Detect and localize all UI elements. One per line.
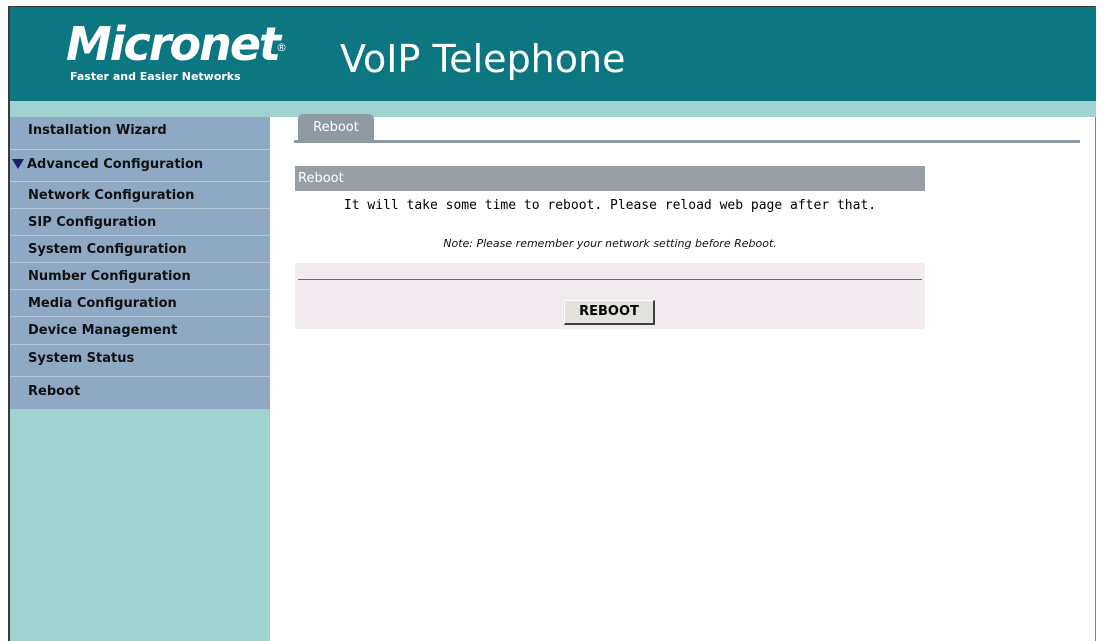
sidebar-nav: Installation Wizard Advanced Configurati… bbox=[10, 117, 270, 409]
sidebar-item-system-configuration[interactable]: System Configuration bbox=[10, 236, 270, 263]
sidebar-item-label: System Configuration bbox=[28, 242, 187, 257]
logo-registered-mark: ® bbox=[276, 41, 287, 54]
sidebar-item-sip-configuration[interactable]: SIP Configuration bbox=[10, 209, 270, 236]
sidebar-item-label: Device Management bbox=[28, 323, 178, 338]
sidebar-item-installation-wizard[interactable]: Installation Wizard bbox=[10, 117, 270, 150]
tab-reboot[interactable]: Reboot bbox=[298, 114, 374, 141]
tab-label: Reboot bbox=[313, 120, 359, 135]
panel-title: Reboot bbox=[295, 166, 925, 191]
micronet-logo: Micronet ® Faster and Easier Networks bbox=[66, 17, 287, 83]
header-band bbox=[10, 101, 1096, 117]
sidebar-item-label: Installation Wizard bbox=[28, 123, 167, 138]
sidebar-item-label: Advanced Configuration bbox=[27, 157, 204, 172]
sidebar: Installation Wizard Advanced Configurati… bbox=[10, 117, 270, 641]
reboot-panel: Reboot It will take some time to reboot.… bbox=[295, 166, 925, 329]
logo-text: Micronet bbox=[66, 17, 281, 71]
sidebar-item-network-configuration[interactable]: Network Configuration bbox=[10, 182, 270, 209]
sidebar-item-label: Reboot bbox=[28, 384, 81, 399]
tab-underline bbox=[294, 140, 1080, 143]
sidebar-item-label: Number Configuration bbox=[28, 269, 191, 284]
sidebar-item-advanced-configuration[interactable]: Advanced Configuration bbox=[10, 150, 270, 182]
sidebar-item-label: SIP Configuration bbox=[28, 215, 157, 230]
sidebar-item-system-status[interactable]: System Status bbox=[10, 345, 270, 377]
triangle-down-icon bbox=[12, 159, 24, 169]
reboot-note: Note: Please remember your network setti… bbox=[443, 237, 777, 250]
sidebar-item-label: Network Configuration bbox=[28, 188, 195, 203]
panel-body: It will take some time to reboot. Please… bbox=[295, 191, 925, 263]
reboot-message: It will take some time to reboot. Please… bbox=[343, 198, 877, 213]
sidebar-item-number-configuration[interactable]: Number Configuration bbox=[10, 263, 270, 290]
sidebar-item-reboot[interactable]: Reboot bbox=[10, 377, 270, 409]
page-title: VoIP Telephone bbox=[340, 37, 626, 81]
sidebar-item-label: System Status bbox=[28, 351, 135, 366]
divider bbox=[298, 279, 922, 280]
header-banner: Micronet ® Faster and Easier Networks Vo… bbox=[10, 7, 1096, 101]
sidebar-item-label: Media Configuration bbox=[28, 296, 177, 311]
logo-tagline: Faster and Easier Networks bbox=[70, 70, 241, 83]
sidebar-item-media-configuration[interactable]: Media Configuration bbox=[10, 290, 270, 317]
sidebar-item-device-management[interactable]: Device Management bbox=[10, 317, 270, 345]
reboot-button[interactable]: REBOOT bbox=[564, 300, 655, 325]
